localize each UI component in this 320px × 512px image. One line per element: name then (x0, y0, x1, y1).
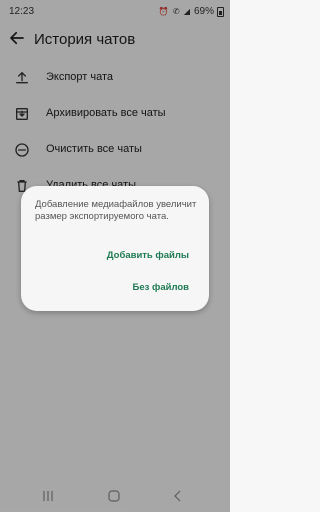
add-files-button[interactable]: Добавить файлы (107, 250, 189, 261)
export-media-dialog: Добавление медиафайлов увеличит размер э… (21, 186, 209, 311)
without-files-button[interactable]: Без файлов (133, 282, 189, 293)
dialog-message: Добавление медиафайлов увеличит размер э… (35, 199, 197, 222)
